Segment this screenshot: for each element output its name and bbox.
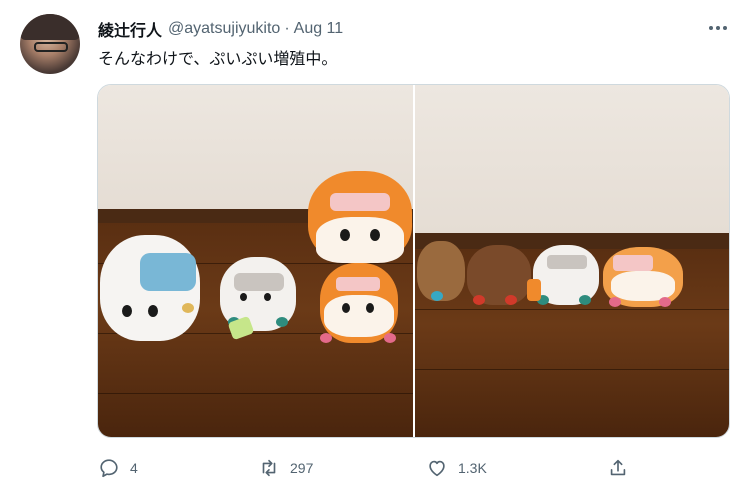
tweet-text: そんなわけで、ぷいぷい増殖中。	[98, 51, 338, 68]
separator-dot: ·	[284, 20, 290, 37]
share-button[interactable]	[607, 455, 629, 481]
avatar-glasses	[34, 42, 68, 52]
tweet-actions: 4 297 1.3K	[98, 455, 730, 481]
like-count: 1.3K	[458, 460, 487, 476]
share-icon	[610, 459, 626, 476]
tweet-header: 綾辻行人 @ayatsujiyukito · Aug 11	[98, 18, 343, 40]
plush-brown-1	[417, 241, 465, 301]
plush-orange-small	[320, 263, 398, 343]
plush-white-blue	[100, 235, 200, 341]
reply-button[interactable]: 4	[98, 455, 138, 481]
retweet-count: 297	[290, 460, 314, 476]
tweet[interactable]: 綾辻行人 @ayatsujiyukito · Aug 11 そんなわけで、ぷいぷ…	[0, 0, 750, 491]
retweet-button[interactable]: 297	[258, 455, 313, 481]
plush-white	[527, 245, 599, 305]
plush-orange-large	[308, 171, 412, 263]
more-horizontal-icon	[709, 26, 727, 30]
reply-icon	[100, 459, 118, 478]
wall	[415, 85, 729, 233]
plush-orange	[603, 247, 683, 307]
like-button[interactable]: 1.3K	[426, 455, 487, 481]
photo-right[interactable]	[415, 85, 729, 437]
plush-brown-2	[467, 245, 531, 305]
plush-white-small	[220, 257, 296, 341]
media-grid	[97, 84, 730, 438]
retweet-icon	[262, 459, 276, 477]
author-handle[interactable]: @ayatsujiyukito	[168, 20, 280, 38]
photo-left[interactable]	[98, 85, 413, 437]
like-icon	[429, 460, 445, 477]
avatar[interactable]	[20, 14, 80, 74]
avatar-hair	[20, 14, 80, 40]
more-options-button[interactable]	[706, 18, 730, 38]
reply-count: 4	[130, 460, 138, 476]
tweet-date[interactable]: Aug 11	[294, 20, 344, 38]
author-name[interactable]: 綾辻行人	[98, 17, 162, 41]
